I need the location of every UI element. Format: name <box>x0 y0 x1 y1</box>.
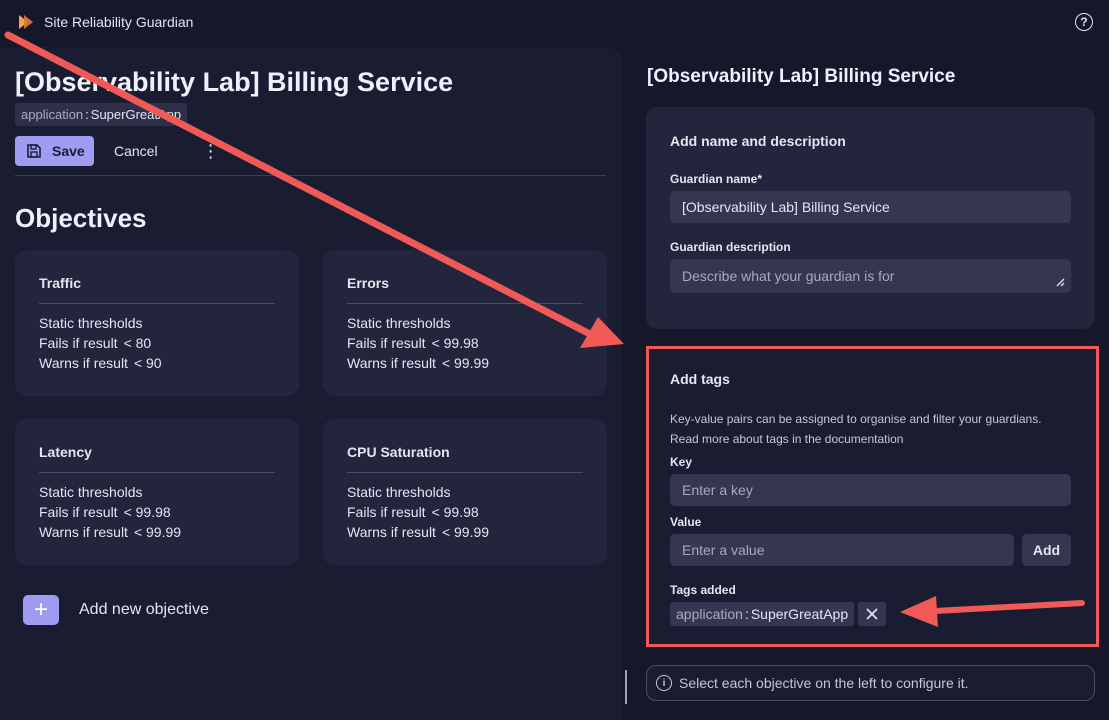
add-tag-button[interactable]: Add <box>1022 534 1071 566</box>
objective-name: Traffic <box>39 275 82 291</box>
action-bar: Save Cancel ⋮ <box>15 136 220 166</box>
app-title: Site Reliability Guardian <box>44 14 194 30</box>
tag-key-input[interactable]: Enter a key <box>670 474 1071 506</box>
header-tag-chip: application: SuperGreatApp <box>15 103 188 126</box>
added-tag-chip: application: SuperGreatApp <box>670 602 855 626</box>
guardian-name-input[interactable]: [Observability Lab] Billing Service <box>670 191 1071 223</box>
settings-title: [Observability Lab] Billing Service <box>647 66 956 87</box>
remove-tag-button[interactable] <box>858 602 886 626</box>
more-options-icon[interactable]: ⋮ <box>202 142 220 160</box>
objective-card-cpu-saturation[interactable]: CPU Saturation Static thresholds Fails i… <box>323 419 607 565</box>
divider <box>15 175 606 176</box>
info-icon: i <box>656 675 672 691</box>
page-title: [Observability Lab] Billing Service <box>15 67 454 97</box>
close-icon <box>866 608 878 620</box>
panel-resize-handle[interactable] <box>625 670 627 704</box>
guardian-description-input[interactable]: Describe what your guardian is for <box>670 259 1071 293</box>
documentation-link[interactable]: Read more about tags in the documentatio… <box>670 430 903 449</box>
info-banner: i Select each objective on the left to c… <box>646 665 1095 701</box>
objective-card-errors[interactable]: Errors Static thresholds Fails if result… <box>323 250 607 396</box>
resize-handle-icon <box>1056 278 1065 287</box>
name-description-section: Add name and description Guardian name* … <box>646 107 1095 329</box>
app-logo-icon <box>19 15 33 29</box>
save-icon <box>27 144 41 158</box>
objectives-heading: Objectives <box>15 203 147 233</box>
guardian-editor-panel: [Observability Lab] Billing Service appl… <box>0 47 622 720</box>
objective-name: CPU Saturation <box>347 444 450 460</box>
objective-name: Errors <box>347 275 390 291</box>
plus-icon: + <box>23 595 59 625</box>
tag-value-input[interactable]: Enter a value <box>670 534 1014 566</box>
objective-card-traffic[interactable]: Traffic Static thresholds Fails if resul… <box>15 250 299 396</box>
top-bar: Site Reliability Guardian <box>0 0 1109 44</box>
objective-card-latency[interactable]: Latency Static thresholds Fails if resul… <box>15 419 299 565</box>
help-icon[interactable]: ? <box>1075 13 1093 31</box>
add-objective-button[interactable]: + Add new objective <box>23 595 209 625</box>
objective-name: Latency <box>39 444 92 460</box>
cancel-button[interactable]: Cancel <box>114 143 158 159</box>
save-button[interactable]: Save <box>15 136 94 166</box>
tags-section: Add tags Key-value pairs can be assigned… <box>646 346 1099 647</box>
